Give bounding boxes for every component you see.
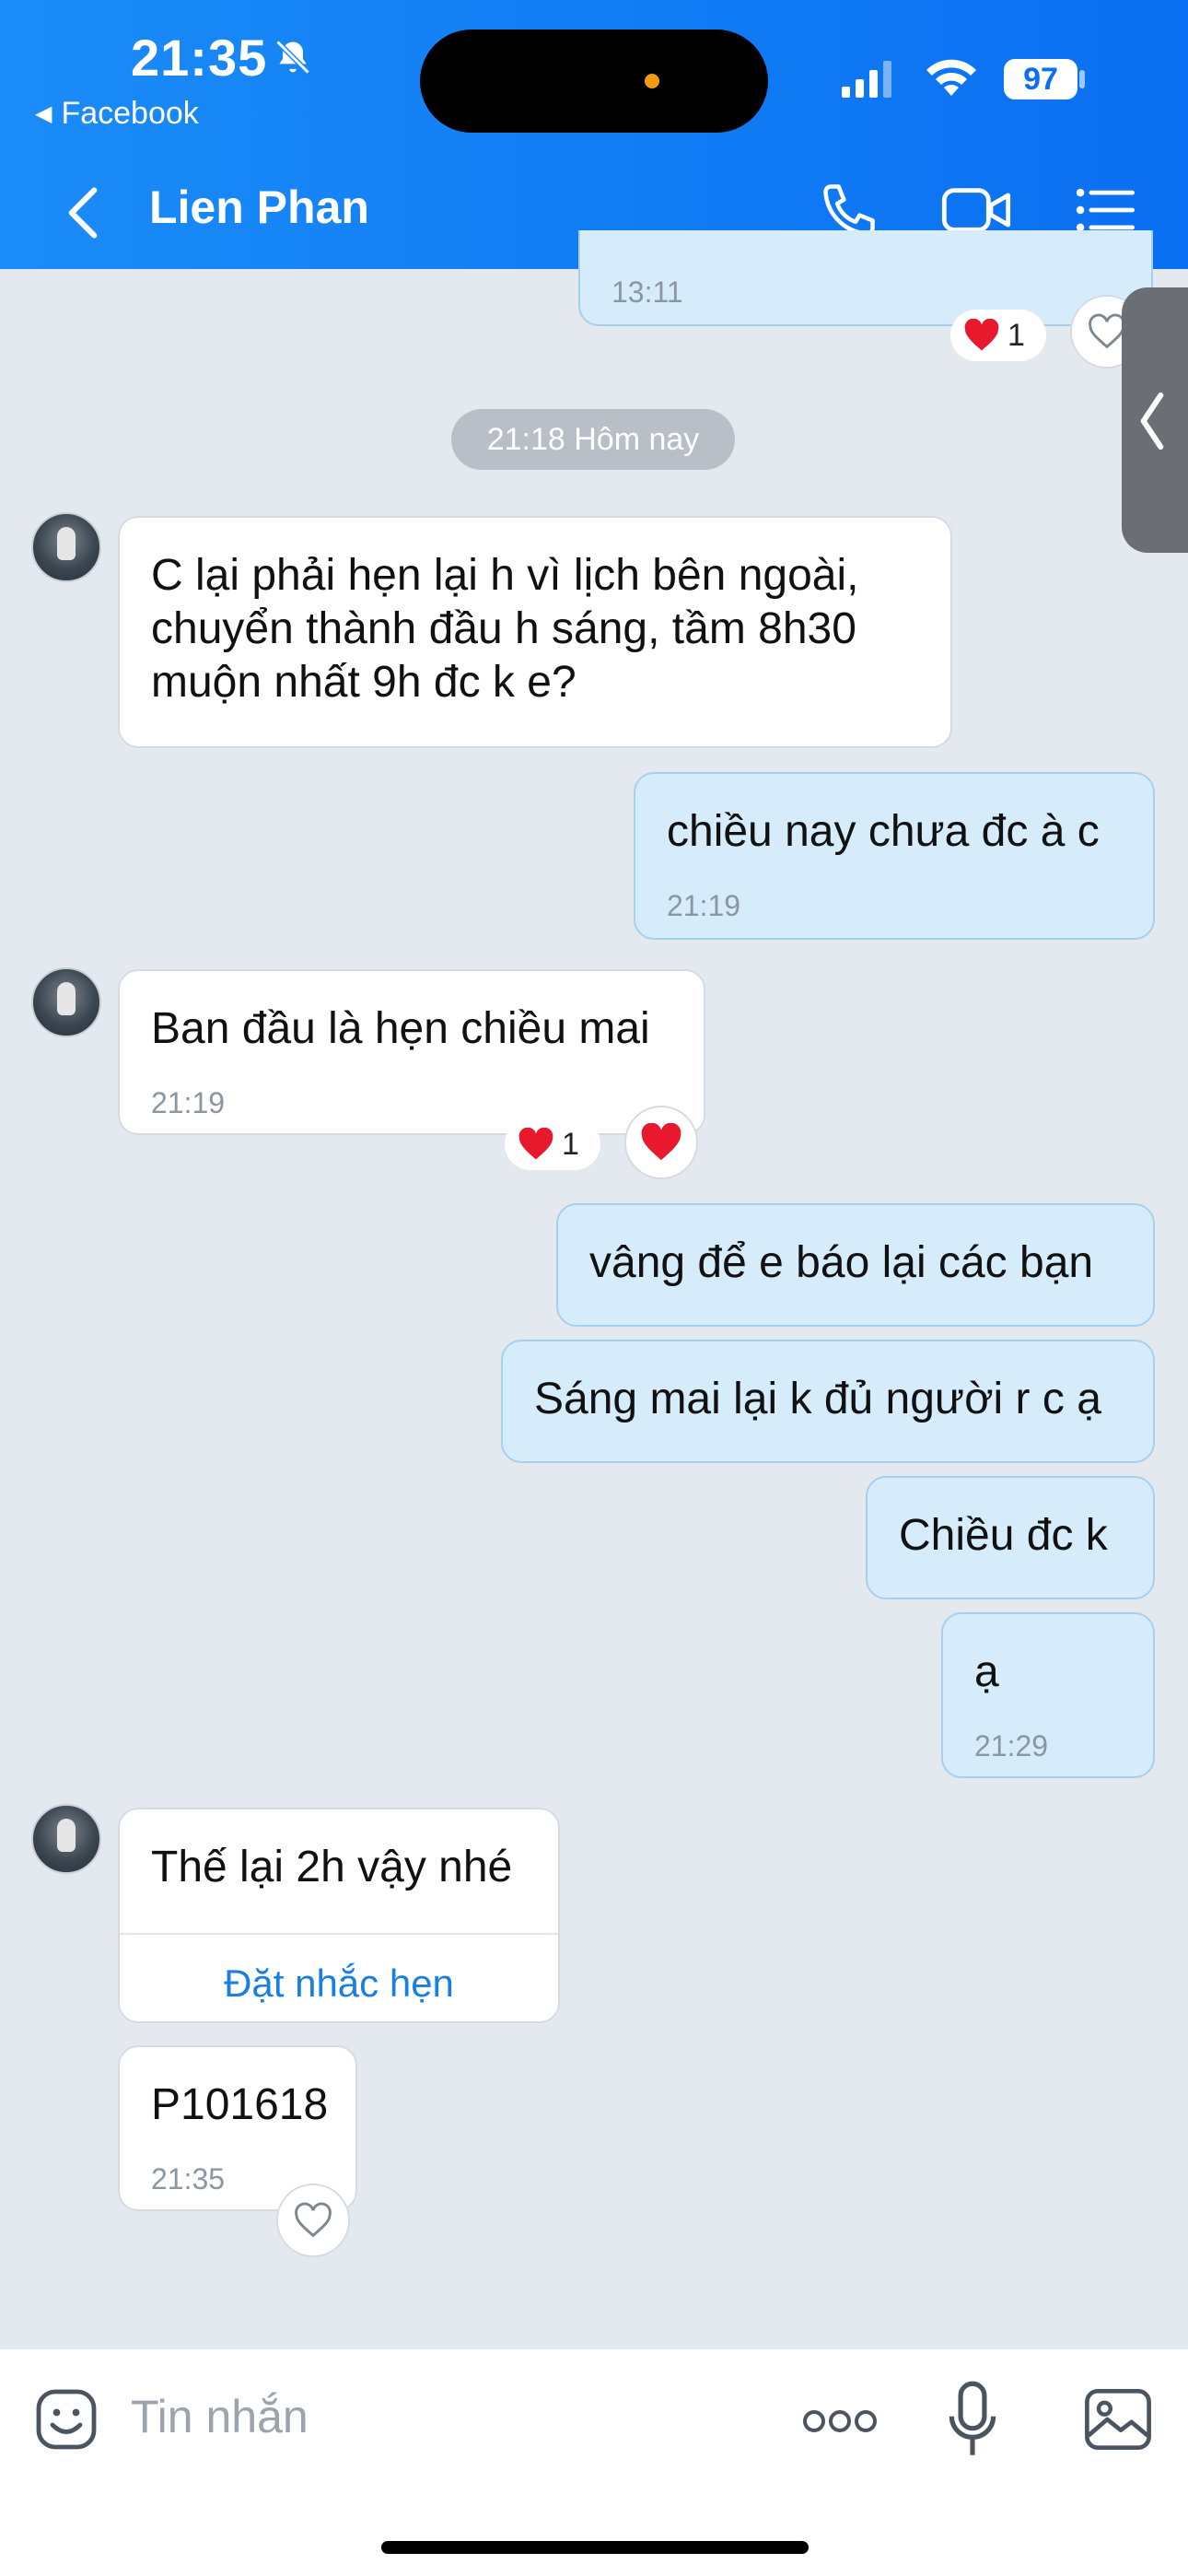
message-text-line: muộn nhất 9h đc k e? [151,658,577,707]
divider [120,1933,558,1935]
sticker-icon[interactable] [33,2386,99,2453]
message-time: 21:19 [667,889,741,922]
message-bubble-sent-partial[interactable]: 13:11 [578,230,1153,326]
chat-header: 21:35 ◀ Facebook 97 Lien Phan [0,0,1188,269]
cellular-icon [842,61,891,98]
message-bubble-sent[interactable]: Sáng mai lại k đủ người r c ạ [501,1340,1155,1463]
message-bubble-sent[interactable]: chiều nay chưa đc à c 21:19 [634,772,1155,940]
back-arrow-icon[interactable] [55,181,111,245]
set-reminder-link[interactable]: Đặt nhắc hẹn [120,1957,558,2010]
heart-icon [518,1128,553,1160]
message-text: ạ [974,1647,999,1696]
message-bubble-sent[interactable]: Chiều đc k [866,1476,1155,1599]
message-text-line: chuyển thành đầu h sáng, tầm 8h30 [151,604,856,653]
message-text: Ban đầu là hẹn chiều mai [151,1004,650,1053]
heart-icon [964,319,999,351]
message-text: vâng để e báo lại các bạn [589,1238,1094,1287]
battery-tip [1079,70,1085,88]
bell-slash-icon [275,40,310,75]
reaction-count: 1 [562,1126,579,1162]
reaction-pill[interactable]: 1 [950,310,1046,361]
react-button[interactable] [624,1106,698,1179]
back-app-label: Facebook [61,96,199,131]
contact-name[interactable]: Lien Phan [149,181,369,234]
dynamic-island [420,29,768,133]
avatar[interactable] [31,1804,101,1874]
menu-list-icon[interactable] [1074,182,1135,238]
more-icon[interactable] [801,2403,879,2440]
heart-outline-icon [295,2202,332,2238]
avatar[interactable] [31,512,101,582]
privacy-indicator-dot [645,74,659,88]
side-drawer-tab[interactable] [1122,287,1188,553]
message-bubble-received[interactable]: C lại phải hẹn lại h vì lịch bên ngoài, … [118,516,952,748]
message-time: 21:19 [151,1086,226,1119]
wifi-icon [926,59,976,96]
avatar[interactable] [31,967,101,1037]
message-time: 13:11 [611,275,683,309]
mic-icon[interactable] [949,2381,996,2458]
image-icon[interactable] [1083,2386,1153,2453]
heart-icon [641,1123,681,1161]
message-text: Sáng mai lại k đủ người r c ạ [534,1375,1101,1423]
react-button[interactable] [276,2184,350,2257]
message-text: chiều nay chưa đc à c [667,807,1100,856]
message-bubble-sent[interactable]: vâng để e báo lại các bạn [556,1203,1155,1327]
message-text: Thế lại 2h vậy nhé [151,1843,513,1891]
status-time: 21:35 [131,29,268,87]
message-text: P101618 [151,2080,329,2129]
message-bubble-received[interactable]: Thế lại 2h vậy nhé Đặt nhắc hẹn [118,1808,560,2023]
message-bubble-received[interactable]: Ban đầu là hẹn chiều mai 21:19 [118,969,705,1135]
message-text: Chiều đc k [899,1511,1108,1560]
reaction-count: 1 [1007,317,1025,353]
message-bubble-sent[interactable]: ạ 21:29 [941,1612,1155,1778]
back-to-app-link[interactable]: ◀ Facebook [35,96,199,132]
chevron-left-icon [1140,392,1164,451]
home-indicator [381,2541,809,2554]
message-text-line: C lại phải hẹn lại h vì lịch bên ngoài, [151,551,859,600]
battery-level: 97 [1004,59,1077,100]
message-time: 21:35 [151,2162,226,2195]
message-input[interactable]: Tin nhắn [131,2390,309,2443]
reaction-pill[interactable]: 1 [505,1118,600,1170]
back-triangle-icon: ◀ [35,101,52,126]
date-separator: 21:18 Hôm nay [451,409,735,470]
message-time: 21:29 [974,1729,1049,1762]
